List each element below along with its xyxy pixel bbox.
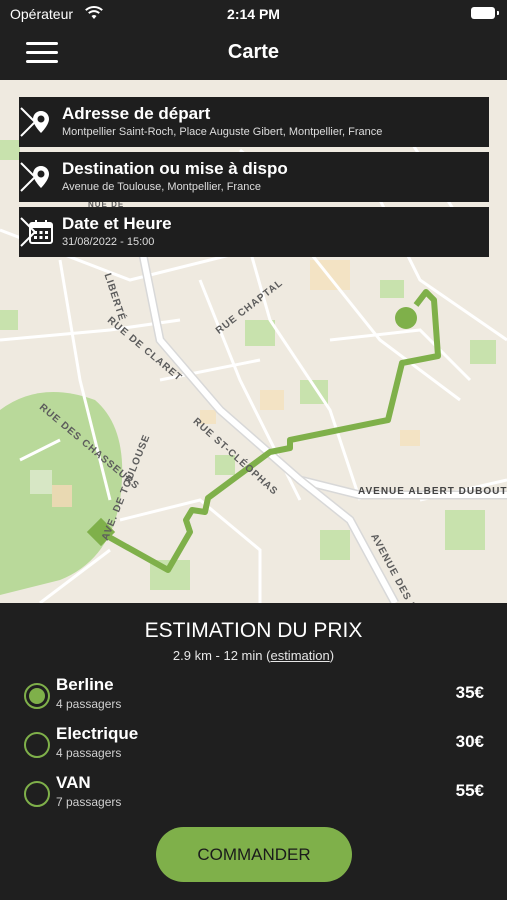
- departure-title: Adresse de départ: [62, 104, 211, 123]
- vehicle-option-electrique[interactable]: Electrique 4 passagers 30€: [24, 724, 484, 764]
- date-time-card[interactable]: Date et Heure 31/08/2022 - 15:00: [19, 207, 489, 257]
- estimation-link[interactable]: estimation: [270, 648, 329, 663]
- street-label-albert-dubout: AVENUE ALBERT DUBOUT: [358, 486, 507, 497]
- vehicle-price: 55€: [455, 781, 484, 800]
- vehicle-price: 30€: [455, 732, 484, 751]
- vehicle-option-berline[interactable]: Berline 4 passagers 35€: [24, 675, 484, 715]
- date-time-title: Date et Heure: [62, 214, 172, 233]
- vehicle-name: Electrique: [56, 724, 139, 743]
- passenger-count: 4 passagers: [56, 697, 122, 711]
- status-bar: Opérateur 2:14 PM: [0, 0, 507, 28]
- vehicle-price: 35€: [455, 683, 484, 702]
- destination-address: Avenue de Toulouse, Montpellier, France: [62, 181, 261, 193]
- radio-unselected[interactable]: [24, 732, 50, 758]
- chevron-right-icon: [20, 107, 37, 137]
- battery-icon: [471, 7, 499, 19]
- estimate-title: ESTIMATION DU PRIX: [144, 619, 363, 642]
- distance-duration: 2.9 km - 12 min: [172, 648, 263, 663]
- destination-address-card[interactable]: Destination ou mise à dispo Avenue de To…: [19, 152, 489, 202]
- chevron-right-icon: [20, 217, 37, 247]
- radio-selected[interactable]: [24, 683, 50, 709]
- start-marker-icon: [395, 307, 417, 329]
- order-button[interactable]: COMMANDER: [156, 827, 352, 882]
- departure-address: Montpellier Saint-Roch, Place Auguste Gi…: [62, 126, 383, 138]
- vehicle-option-van[interactable]: VAN 7 passagers 55€: [24, 773, 484, 813]
- date-time-value: 31/08/2022 - 15:00: [62, 236, 155, 248]
- departure-address-card[interactable]: Adresse de départ Montpellier Saint-Roch…: [19, 97, 489, 147]
- route-map[interactable]: NUE DE LIBERTÉ RUE DE CLARET RUE CHAPTAL…: [0, 80, 507, 603]
- price-estimate-panel: ESTIMATION DU PRIX 2.9 km - 12 min (esti…: [0, 603, 507, 900]
- nav-bar: Carte: [0, 28, 507, 80]
- chevron-right-icon: [20, 162, 37, 192]
- trip-summary: 2.9 km - 12 min (estimation): [172, 648, 335, 663]
- page-title: Carte: [227, 41, 280, 63]
- destination-title: Destination ou mise à dispo: [62, 159, 288, 178]
- passenger-count: 4 passagers: [56, 746, 122, 760]
- clock: 2:14 PM: [227, 6, 280, 22]
- passenger-count: 7 passagers: [56, 795, 122, 809]
- radio-unselected[interactable]: [24, 781, 50, 807]
- vehicle-name: VAN: [56, 773, 91, 792]
- vehicle-name: Berline: [56, 675, 114, 694]
